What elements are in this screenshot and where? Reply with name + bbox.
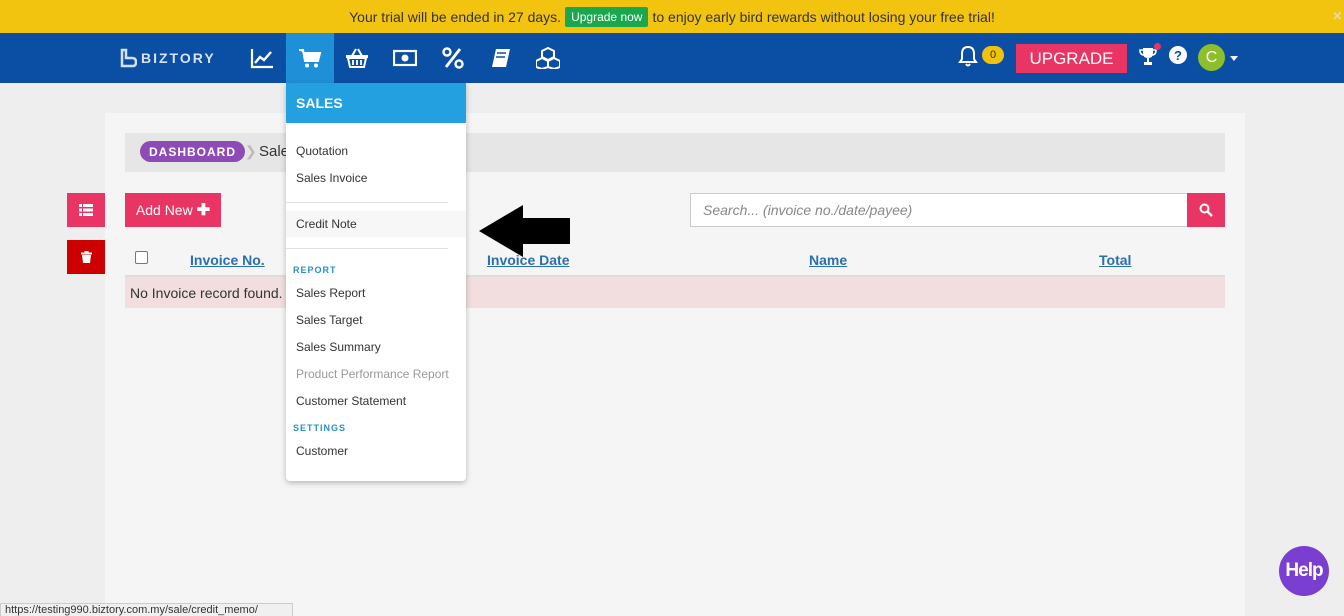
menu-item-credit-note[interactable]: Credit Note <box>286 211 466 237</box>
menu-item-sales-report[interactable]: Sales Report <box>286 280 466 306</box>
list-view-button[interactable] <box>67 193 105 227</box>
trophy-icon[interactable] <box>1138 43 1161 71</box>
search-placeholder: Search... (invoice no./date/payee) <box>703 202 913 218</box>
add-new-label: Add New <box>135 202 193 218</box>
bell-icon[interactable] <box>958 45 978 67</box>
cart-icon[interactable] <box>286 33 334 83</box>
cubes-icon[interactable] <box>524 33 572 83</box>
top-nav: BIZTORY 0 UPGRADE ? C <box>0 33 1344 83</box>
breadcrumb-current: Sale <box>259 143 290 160</box>
avatar[interactable]: C <box>1198 44 1225 71</box>
chevron-down-icon[interactable] <box>1230 56 1238 61</box>
percent-icon[interactable] <box>429 33 477 83</box>
trial-text-after: to enjoy early bird rewards without losi… <box>652 8 995 25</box>
chevron-right-icon: ❯ <box>245 143 257 159</box>
select-all-checkbox[interactable] <box>135 251 148 264</box>
menu-item-customer[interactable]: Customer <box>286 438 466 464</box>
upgrade-button[interactable]: UPGRADE <box>1016 44 1127 73</box>
menu-item-sales-target[interactable]: Sales Target <box>286 307 466 333</box>
book-icon[interactable] <box>477 33 525 83</box>
column-invoice-no[interactable]: Invoice No. <box>190 252 265 268</box>
list-icon <box>79 204 93 216</box>
menu-item-quotation[interactable]: Quotation <box>286 138 466 164</box>
status-bar-url: https://testing990.biztory.com.my/sale/c… <box>0 603 293 616</box>
basket-icon[interactable] <box>333 33 381 83</box>
money-icon[interactable] <box>381 33 429 83</box>
notification-badge: 0 <box>982 46 1004 64</box>
trophy-alert-dot <box>1154 43 1161 50</box>
plus-icon: ✚ <box>196 202 211 219</box>
help-chat-button[interactable]: Help <box>1279 546 1329 596</box>
search-input[interactable]: Search... (invoice no./date/payee) <box>690 193 1188 227</box>
chart-line-icon[interactable] <box>238 33 286 83</box>
menu-item-customer-statement[interactable]: Customer Statement <box>286 388 466 414</box>
menu-item-product-performance-report[interactable]: Product Performance Report <box>286 361 466 387</box>
biztory-logo-icon <box>120 48 137 68</box>
menu-item-sales-summary[interactable]: Sales Summary <box>286 334 466 360</box>
delete-button[interactable] <box>67 240 105 274</box>
section-report: REPORT <box>293 265 337 275</box>
search-button[interactable] <box>1187 193 1225 227</box>
trial-text: Your trial will be ended in 27 days. <box>349 8 562 25</box>
breadcrumb-dashboard[interactable]: DASHBOARD <box>140 141 245 162</box>
content-panel <box>105 113 1245 616</box>
menu-divider <box>286 248 448 249</box>
help-icon[interactable]: ? <box>1169 46 1187 64</box>
column-name[interactable]: Name <box>809 252 847 268</box>
search-icon <box>1199 203 1213 217</box>
menu-divider <box>286 202 448 203</box>
column-total[interactable]: Total <box>1099 252 1131 268</box>
dropdown-title: SALES <box>286 83 466 123</box>
brand-logo[interactable]: BIZTORY <box>119 48 216 68</box>
trash-icon <box>80 251 92 263</box>
arrow-left-icon <box>479 205 570 257</box>
section-settings: SETTINGS <box>293 423 347 433</box>
close-icon[interactable]: × <box>1333 8 1342 26</box>
add-new-button[interactable]: Add New ✚ <box>125 193 221 227</box>
sales-dropdown-menu: SALES Quotation Sales Invoice Credit Not… <box>286 83 466 481</box>
menu-item-sales-invoice[interactable]: Sales Invoice <box>286 165 466 191</box>
trial-banner: Your trial will be ended in 27 days. Upg… <box>0 0 1344 33</box>
upgrade-now-button[interactable]: Upgrade now <box>565 6 649 27</box>
brand-name: BIZTORY <box>141 50 216 66</box>
